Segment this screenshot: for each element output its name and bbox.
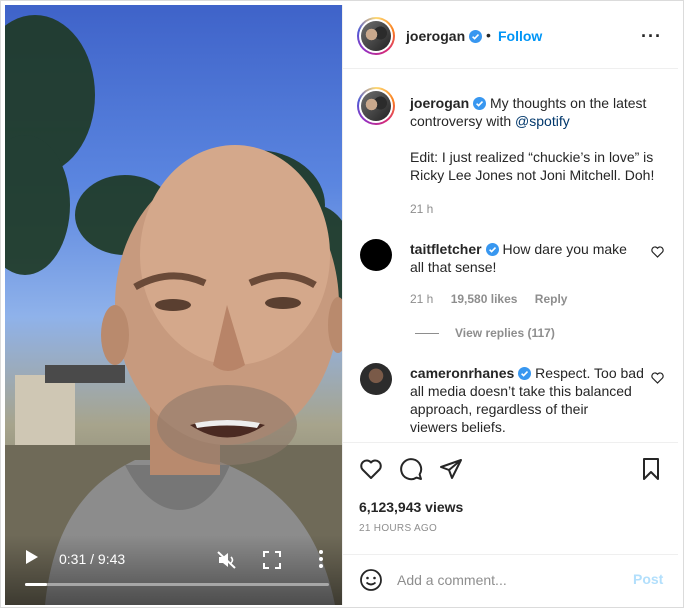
caption-line-2: controversy with (410, 113, 512, 129)
post-header: joerogan • Follow ··· (343, 5, 678, 69)
caption-edit-line-2: Ricky Lee Jones not Joni Mitchell. Doh! (410, 167, 655, 183)
comment-icon[interactable] (399, 457, 423, 481)
separator-dot: • (486, 27, 491, 43)
author-avatar[interactable] (357, 17, 395, 55)
add-comment-input[interactable] (397, 569, 617, 591)
caption-time: 21 h (410, 202, 434, 216)
caption-line-1: My thoughts on the latest (490, 95, 647, 111)
caption-text: joerogan My thoughts on the latest contr… (410, 94, 660, 184)
video-progress-bar[interactable] (25, 583, 329, 586)
caption-avatar[interactable] (357, 87, 395, 125)
fullscreen-icon[interactable] (263, 551, 281, 569)
replies-divider (415, 333, 439, 335)
follow-button[interactable]: Follow (498, 28, 542, 44)
comment-avatar[interactable] (360, 363, 392, 395)
views-count[interactable]: 6,123,943 views (359, 499, 463, 515)
video-controls-overlay (5, 535, 342, 605)
verified-badge-icon (518, 367, 532, 380)
video-progress-fill (25, 583, 48, 586)
caption-edit-line-1: Edit: I just realized “chuckie’s in love… (410, 149, 654, 165)
video-time: 0:31 / 9:43 (59, 551, 126, 567)
comment-likes[interactable]: 19,580 likes (451, 292, 518, 306)
ellipsis-icon[interactable]: ··· (641, 27, 662, 45)
heart-icon[interactable] (359, 457, 383, 481)
comment-line-2: all that sense! (410, 259, 497, 275)
caption-username[interactable]: joerogan (410, 95, 469, 111)
comment-like-heart-icon[interactable] (651, 246, 664, 258)
author-username[interactable]: joerogan (406, 28, 483, 44)
post-actions: 6,123,943 views 21 HOURS AGO (343, 442, 678, 558)
comment-line-2: all media doesn’t take this balanced (410, 383, 632, 399)
comment-username[interactable]: taitfletcher (410, 241, 482, 257)
play-icon[interactable] (25, 549, 39, 565)
verified-badge-icon (469, 30, 483, 43)
spotify-mention-link[interactable]: @spotify (515, 113, 570, 129)
comment-text: cameronrhanes Respect. Too bad all media… (410, 364, 660, 436)
verified-badge-icon (485, 243, 499, 256)
post-timestamp[interactable]: 21 HOURS AGO (359, 523, 437, 534)
view-replies-button[interactable]: View replies (117) (415, 326, 555, 340)
comment-line-3: approach, regardless of their (410, 401, 589, 417)
comment-avatar[interactable] (360, 239, 392, 271)
share-icon[interactable] (439, 457, 463, 481)
caption-meta: 21 h (410, 202, 447, 216)
verified-badge-icon (473, 97, 487, 110)
reply-button[interactable]: Reply (535, 292, 568, 306)
mute-icon[interactable] (217, 551, 237, 569)
comment-time: 21 h (410, 292, 434, 306)
comment-meta: 21 h 19,580 likes Reply (410, 292, 581, 306)
comment-line-4: viewers beliefs. (410, 419, 506, 435)
comment-line-1: How dare you make (502, 241, 627, 257)
smiley-icon[interactable] (359, 568, 383, 592)
bookmark-icon[interactable] (639, 457, 663, 481)
video-player[interactable]: 0:31 / 9:43 (5, 5, 342, 605)
view-replies-label: View replies (117) (455, 326, 555, 340)
video-frame (5, 15, 342, 605)
post-comment-button[interactable]: Post (633, 571, 663, 587)
comment-text: taitfletcher How dare you make all that … (410, 240, 660, 276)
comment-like-heart-icon[interactable] (651, 372, 664, 384)
instagram-post-modal: 0:31 / 9:43 joerogan • Follow ··· joerog… (0, 0, 684, 608)
add-comment-bar: Post (343, 554, 678, 605)
post-panel: joerogan • Follow ··· joerogan My though… (342, 5, 678, 605)
comment-line-1: Respect. Too bad (535, 365, 644, 381)
vertical-ellipsis-icon[interactable] (313, 549, 329, 569)
comment-username[interactable]: cameronrhanes (410, 365, 514, 381)
comments-section: joerogan My thoughts on the latest contr… (343, 70, 678, 442)
author-username-text: joerogan (406, 28, 466, 44)
